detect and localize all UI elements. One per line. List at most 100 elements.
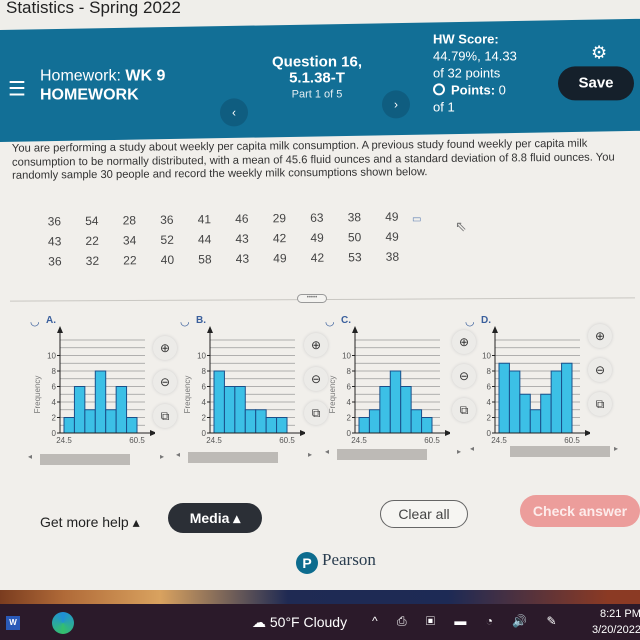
get-more-help-button[interactable]: Get more help ▴ bbox=[40, 514, 140, 531]
histogram-c: Frequency024681024.5 60.5 bbox=[328, 326, 450, 445]
histogram-bar bbox=[213, 370, 225, 434]
homework-title: Homework: WK 9 HOMEWORK bbox=[40, 66, 165, 104]
histogram-bar bbox=[550, 370, 563, 434]
histogram-bar bbox=[358, 417, 370, 434]
histogram-bar bbox=[379, 386, 391, 434]
word-app-icon[interactable]: W bbox=[6, 616, 20, 630]
zoom-in-icon[interactable]: ⊕ bbox=[304, 333, 328, 357]
histogram-b: Frequency024681024.5 60.5 bbox=[183, 326, 305, 445]
expand-toggle[interactable]: ••••• bbox=[297, 294, 327, 303]
weather-widget[interactable]: ☁ 50°F Cloudy bbox=[252, 614, 347, 631]
scroll-thumb[interactable] bbox=[337, 449, 427, 460]
zoom-out-icon[interactable]: ⊖ bbox=[588, 358, 612, 382]
histogram-d: 024681024.5 60.5 bbox=[482, 326, 590, 445]
data-value: 34 bbox=[122, 233, 137, 248]
histogram-bar bbox=[115, 386, 128, 434]
data-table: 36 54 28 36 41 46 29 63 38 49 43 22 34 52 44 43 42 49 50 49… bbox=[40, 209, 416, 274]
y-axis-arrow bbox=[207, 326, 213, 333]
y-axis-arrow bbox=[492, 326, 498, 333]
tools-b: ⊕ ⊖ ⧉ bbox=[304, 333, 328, 435]
histogram-bar bbox=[84, 409, 96, 434]
zoom-out-icon[interactable]: ⊖ bbox=[304, 367, 328, 391]
previous-question-button[interactable]: ‹ bbox=[220, 98, 248, 127]
y-axis-label: Frequency bbox=[33, 376, 42, 414]
system-tray-icons[interactable]: ^ ⎙ ▣ ▬ ◔ 🔊 ✎ bbox=[372, 614, 565, 629]
screen: Statistics - Spring 2022 ☰ Homework: WK … bbox=[0, 0, 640, 640]
histogram-bar bbox=[73, 386, 86, 434]
copy-data-icon[interactable]: ▭ bbox=[412, 214, 421, 225]
tools-c: ⊕ ⊖ ⧉ bbox=[452, 330, 476, 432]
zoom-in-icon[interactable]: ⊕ bbox=[452, 330, 476, 354]
y-axis-arrow bbox=[352, 326, 358, 333]
scroll-thumb[interactable] bbox=[40, 454, 130, 465]
zoom-in-icon[interactable]: ⊕ bbox=[588, 324, 612, 348]
next-question-button[interactable]: › bbox=[382, 90, 410, 119]
data-value: 58 bbox=[198, 252, 212, 267]
histogram-bar bbox=[410, 409, 423, 434]
data-value: 54 bbox=[85, 213, 99, 228]
question-info: Question 16, 5.1.38-T Part 1 of 5 bbox=[262, 53, 372, 100]
homework-prefix: Homework: bbox=[40, 67, 126, 85]
data-value: 49 bbox=[385, 229, 399, 244]
scroll-left-icon[interactable]: ◂ bbox=[470, 444, 474, 453]
edge-browser-icon[interactable] bbox=[52, 612, 74, 634]
histogram-bar bbox=[368, 409, 381, 434]
check-answer-button[interactable]: Check answer bbox=[520, 495, 640, 527]
histogram-bar bbox=[389, 370, 402, 434]
problem-text: You are performing a study about weekly … bbox=[11, 137, 615, 182]
menu-icon[interactable]: ☰ bbox=[8, 76, 26, 101]
scroll-left-icon[interactable]: ◂ bbox=[28, 452, 32, 461]
scroll-right-icon[interactable]: ▸ bbox=[308, 450, 312, 459]
homework-name-1: WK 9 bbox=[125, 67, 166, 85]
save-button[interactable]: Save bbox=[558, 66, 634, 101]
data-value: 41 bbox=[197, 212, 212, 227]
y-tick-label: 8 bbox=[487, 367, 492, 376]
data-value: 36 bbox=[48, 254, 62, 269]
data-value: 43 bbox=[235, 231, 249, 246]
histogram-bar bbox=[63, 417, 75, 434]
zoom-in-icon[interactable]: ⊕ bbox=[153, 336, 177, 360]
scrollbar-d[interactable]: ◂ ▸ bbox=[470, 444, 620, 458]
y-tick-label: 2 bbox=[52, 414, 57, 423]
histogram-bar bbox=[529, 409, 542, 434]
data-value: 49 bbox=[310, 230, 324, 245]
y-tick-label: 10 bbox=[47, 352, 56, 361]
zoom-out-icon[interactable]: ⊖ bbox=[153, 370, 177, 394]
clock-date: 3/20/2022 bbox=[592, 624, 640, 636]
data-value: 63 bbox=[310, 210, 324, 225]
data-value: 44 bbox=[197, 232, 212, 247]
scrollbar-b[interactable]: ◂ ▸ bbox=[176, 450, 316, 464]
scroll-thumb[interactable] bbox=[510, 446, 610, 457]
clear-all-button[interactable]: Clear all bbox=[380, 500, 468, 528]
media-button[interactable]: Media ▴ bbox=[168, 503, 262, 533]
data-value: 22 bbox=[85, 233, 99, 248]
y-tick-label: 6 bbox=[202, 383, 207, 392]
scroll-right-icon[interactable]: ▸ bbox=[160, 452, 164, 461]
data-value: 36 bbox=[47, 214, 62, 229]
hw-score: HW Score: 44.79%, 14.33 of 32 points Poi… bbox=[433, 30, 517, 115]
scrollbar-c[interactable]: ◂ ▸ bbox=[325, 447, 465, 461]
scroll-thumb[interactable] bbox=[188, 452, 278, 463]
question-id: 5.1.38-T bbox=[289, 69, 345, 87]
pop-out-icon[interactable]: ⧉ bbox=[153, 404, 177, 428]
pop-out-icon[interactable]: ⧉ bbox=[452, 398, 476, 422]
x-tick-label: 24.5 bbox=[56, 436, 72, 445]
y-tick-label: 10 bbox=[197, 352, 206, 361]
y-tick-label: 4 bbox=[347, 398, 352, 407]
pop-out-icon[interactable]: ⧉ bbox=[304, 401, 328, 425]
data-value: 22 bbox=[123, 253, 137, 268]
zoom-out-icon[interactable]: ⊖ bbox=[452, 364, 476, 388]
scroll-left-icon[interactable]: ◂ bbox=[176, 450, 180, 459]
pop-out-icon[interactable]: ⧉ bbox=[588, 392, 612, 416]
data-value: 38 bbox=[347, 210, 362, 225]
data-value: 28 bbox=[122, 213, 137, 228]
gear-icon[interactable]: ⚙ bbox=[591, 42, 607, 63]
scroll-left-icon[interactable]: ◂ bbox=[325, 447, 329, 456]
clock[interactable]: 8:21 PM 3/20/2022 bbox=[592, 606, 640, 638]
scrollbar-a[interactable]: ◂ ▸ bbox=[28, 452, 168, 466]
course-title: Statistics - Spring 2022 bbox=[6, 0, 181, 17]
scroll-right-icon[interactable]: ▸ bbox=[614, 444, 618, 453]
scroll-right-icon[interactable]: ▸ bbox=[457, 447, 461, 456]
data-value: 49 bbox=[385, 209, 399, 224]
data-value: 53 bbox=[348, 250, 362, 265]
